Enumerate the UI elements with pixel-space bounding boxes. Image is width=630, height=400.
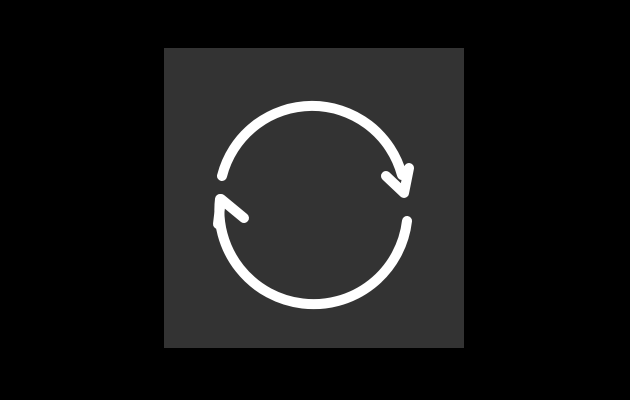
app-icon-tile[interactable] (164, 48, 464, 348)
sync-arrowhead-left (213, 194, 249, 229)
app-icon-canvas (0, 0, 630, 400)
sync-arrows-icon (213, 100, 414, 310)
sync-arc-top (217, 100, 407, 181)
